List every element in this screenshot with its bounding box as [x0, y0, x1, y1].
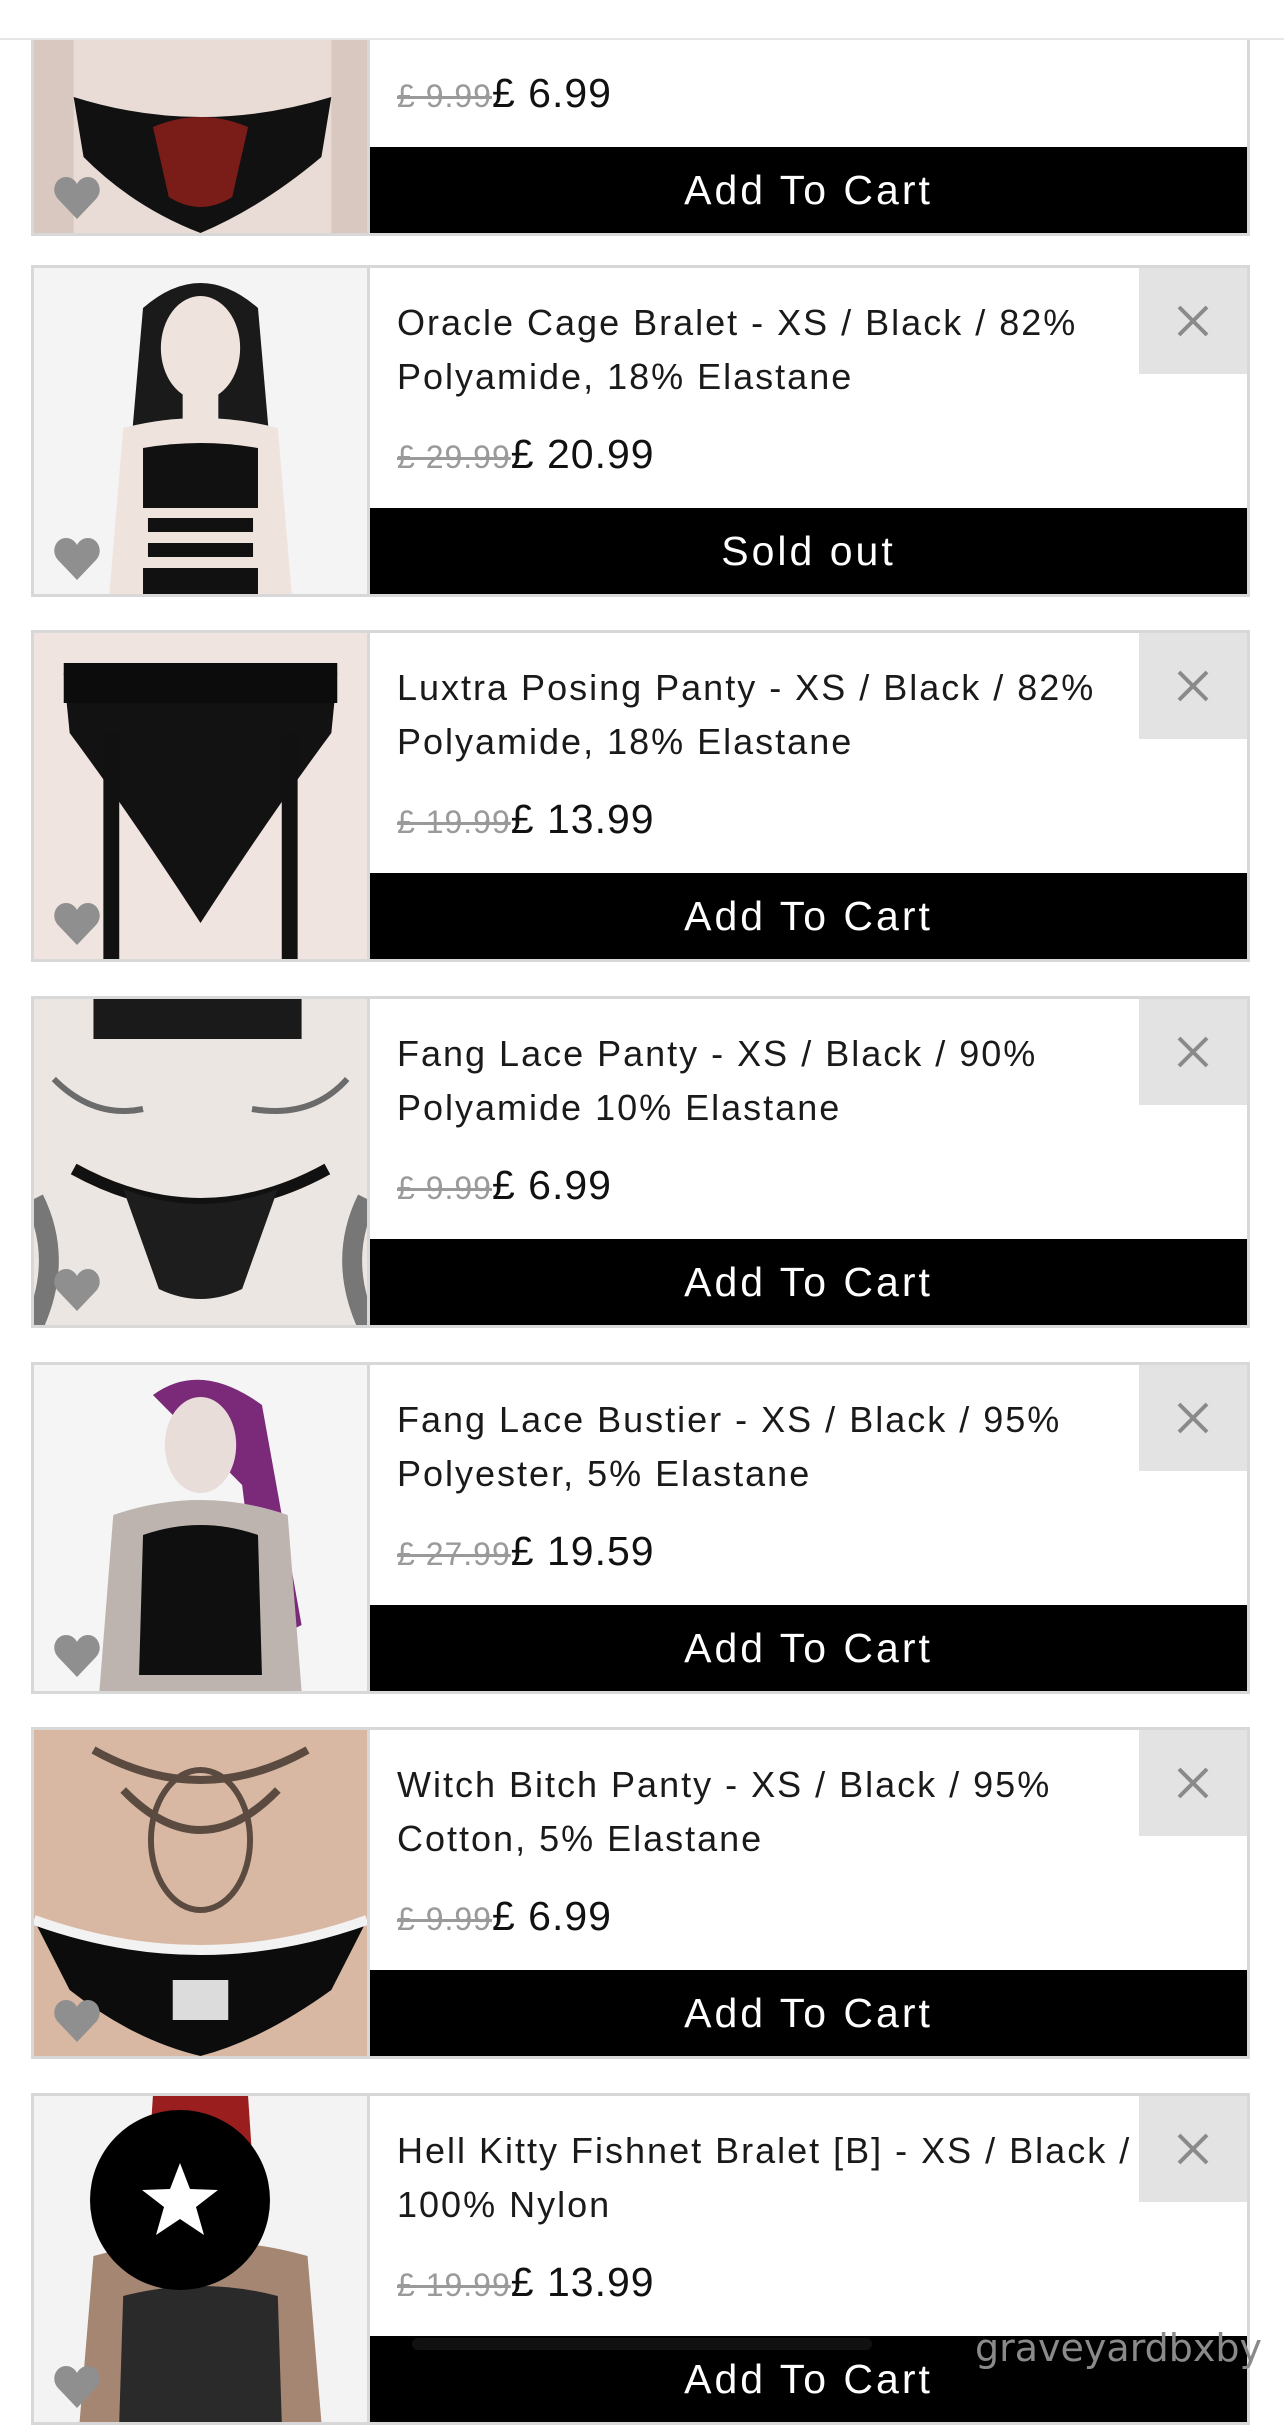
favorite-heart-icon[interactable]: [52, 2364, 102, 2410]
product-info: Hell Kitty Fishnet Bralet [B] - XS / Bla…: [370, 2096, 1247, 2339]
product-image[interactable]: [34, 633, 370, 959]
close-x-icon: [1177, 2133, 1209, 2165]
favorite-heart-icon[interactable]: [52, 1267, 102, 1313]
remove-item-button[interactable]: [1139, 268, 1247, 374]
product-price: £ 27.99£ 19.59: [397, 1528, 655, 1575]
product-title[interactable]: Oracle Cage Bralet - XS / Black / 82% Po…: [397, 296, 1157, 404]
favorite-heart-icon[interactable]: [52, 175, 102, 221]
product-title[interactable]: Luxtra Posing Panty - XS / Black / 82% P…: [397, 661, 1157, 769]
wishlist-item: Luxtra Posing Panty - XS / Black / 82% P…: [31, 630, 1250, 962]
remove-item-button[interactable]: [1139, 1365, 1247, 1471]
original-price: £ 29.99: [397, 439, 511, 475]
product-info: Luxtra Posing Panty - XS / Black / 82% P…: [370, 633, 1247, 876]
close-x-icon: [1177, 1402, 1209, 1434]
original-price: £ 9.99: [397, 1901, 492, 1937]
wishlist-item: Oracle Cage Bralet - XS / Black / 82% Po…: [31, 265, 1250, 597]
product-title[interactable]: Fang Lace Bustier - XS / Black / 95% Pol…: [397, 1393, 1157, 1501]
remove-item-button[interactable]: [1139, 633, 1247, 739]
close-x-icon: [1177, 1767, 1209, 1799]
floating-star-button[interactable]: [90, 2110, 270, 2290]
product-title[interactable]: Hell Kitty Fishnet Bralet [B] - XS / Bla…: [397, 2124, 1157, 2232]
add-to-cart-button[interactable]: Add To Cart: [370, 147, 1247, 233]
remove-item-button[interactable]: [1139, 1730, 1247, 1836]
add-to-cart-button[interactable]: Add To Cart: [370, 1239, 1247, 1325]
product-price: £ 19.99£ 13.99: [397, 2259, 655, 2306]
close-x-icon: [1177, 305, 1209, 337]
product-info: Fang Lace Bustier - XS / Black / 95% Pol…: [370, 1365, 1247, 1608]
sale-price: £ 13.99: [510, 796, 655, 842]
close-x-icon: [1177, 1036, 1209, 1068]
product-image[interactable]: [34, 999, 370, 1325]
product-price: £ 29.99£ 20.99: [397, 431, 655, 478]
remove-item-button[interactable]: [1139, 999, 1247, 1105]
add-to-cart-button[interactable]: Add To Cart: [370, 1970, 1247, 2056]
product-image[interactable]: [34, 1730, 370, 2056]
add-to-cart-button[interactable]: Add To Cart: [370, 1605, 1247, 1691]
home-indicator[interactable]: [412, 2338, 872, 2350]
watermark: graveyardbxby: [975, 2326, 1262, 2370]
product-info: Oracle Cage Bralet - XS / Black / 82% Po…: [370, 268, 1247, 511]
sale-price: £ 13.99: [510, 2259, 655, 2305]
wishlist-item: Witch Bitch Panty - XS / Black / 95% Cot…: [31, 1727, 1250, 2059]
wishlist: £ 9.99£ 6.99 Add To Cart Oracle Cage Bra…: [0, 0, 1284, 2425]
wishlist-item: Fang Lace Bustier - XS / Black / 95% Pol…: [31, 1362, 1250, 1694]
wishlist-item: Fang Lace Panty - XS / Black / 90% Polya…: [31, 996, 1250, 1328]
original-price: £ 9.99: [397, 1170, 492, 1206]
sale-price: £ 19.59: [510, 1528, 655, 1574]
add-to-cart-button[interactable]: Add To Cart: [370, 873, 1247, 959]
product-image[interactable]: [34, 268, 370, 594]
product-price: £ 19.99£ 13.99: [397, 796, 655, 843]
top-header-bar: [0, 0, 1284, 40]
original-price: £ 19.99: [397, 804, 511, 840]
original-price: £ 19.99: [397, 2267, 511, 2303]
favorite-heart-icon[interactable]: [52, 1998, 102, 2044]
sale-price: £ 6.99: [491, 1162, 612, 1208]
remove-item-button[interactable]: [1139, 2096, 1247, 2202]
product-info: Witch Bitch Panty - XS / Black / 95% Cot…: [370, 1730, 1247, 1973]
product-price: £ 9.99£ 6.99: [397, 1162, 612, 1209]
original-price: £ 9.99: [397, 78, 492, 114]
favorite-heart-icon[interactable]: [52, 536, 102, 582]
sold-out-button[interactable]: Sold out: [370, 508, 1247, 594]
product-title[interactable]: Fang Lace Panty - XS / Black / 90% Polya…: [397, 1027, 1157, 1135]
product-info: Fang Lace Panty - XS / Black / 90% Polya…: [370, 999, 1247, 1242]
favorite-heart-icon[interactable]: [52, 901, 102, 947]
product-title[interactable]: Witch Bitch Panty - XS / Black / 95% Cot…: [397, 1758, 1157, 1866]
close-x-icon: [1177, 670, 1209, 702]
product-price: £ 9.99£ 6.99: [397, 1893, 612, 1940]
star-icon: [142, 2163, 218, 2235]
favorite-heart-icon[interactable]: [52, 1633, 102, 1679]
product-price: £ 9.99£ 6.99: [397, 70, 612, 117]
sale-price: £ 6.99: [491, 70, 612, 116]
original-price: £ 27.99: [397, 1536, 511, 1572]
sale-price: £ 20.99: [510, 431, 655, 477]
sale-price: £ 6.99: [491, 1893, 612, 1939]
product-image[interactable]: [34, 1365, 370, 1691]
